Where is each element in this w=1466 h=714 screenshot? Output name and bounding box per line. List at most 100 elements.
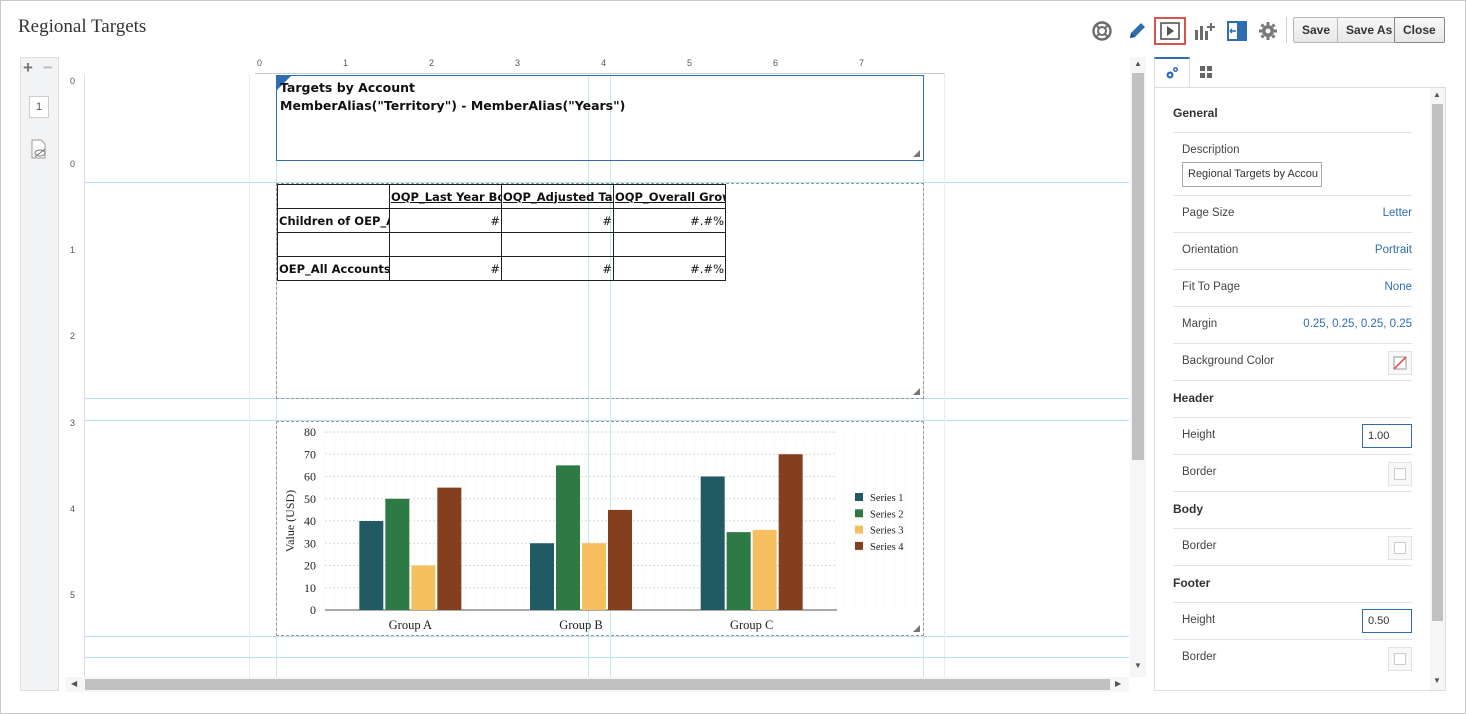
scrollbar-thumb[interactable] — [85, 679, 1110, 690]
toolbar-divider — [1286, 17, 1287, 43]
scroll-up-icon[interactable]: ▲ — [1134, 59, 1142, 68]
close-button[interactable]: Close — [1394, 17, 1445, 43]
bar[interactable] — [359, 521, 384, 610]
hide-page-icon[interactable] — [29, 138, 49, 160]
property-label: Page Size — [1182, 207, 1235, 219]
bar-chart: 0 10 20 30 40 50 60 70 80 Value (USD) Group A Group… — [283, 425, 916, 632]
page-thumbnail[interactable]: 1 — [29, 96, 49, 118]
property-row-footer-height: Height 0.50 — [1173, 602, 1412, 639]
fit-width-icon[interactable] — [1224, 18, 1250, 44]
preview-icon[interactable] — [1154, 17, 1186, 45]
x-tick-label: Group C — [730, 618, 773, 632]
properties-tab[interactable] — [1154, 57, 1190, 87]
canvas-vertical-scrollbar[interactable]: ▲ ▼ — [1130, 57, 1146, 677]
bar[interactable] — [726, 532, 751, 610]
layout-tab[interactable] — [1188, 57, 1224, 87]
save-as-button[interactable]: Save As — [1337, 17, 1402, 43]
bar[interactable] — [556, 465, 580, 610]
grid-row-label[interactable] — [277, 232, 390, 257]
x-tick-label: Group B — [559, 618, 602, 632]
property-label: Height — [1182, 429, 1216, 441]
insert-chart-icon[interactable] — [1192, 18, 1218, 44]
page-title: Regional Targets — [18, 16, 147, 37]
report-header-object[interactable]: Targets by Account MemberAlias("Territor… — [276, 75, 924, 161]
settings-icon[interactable] — [1255, 18, 1281, 44]
report-chart-object[interactable]: 0 10 20 30 40 50 60 70 80 Value (USD) Group A Group… — [276, 421, 924, 636]
scroll-down-icon[interactable]: ▼ — [1134, 661, 1142, 670]
grid-cell[interactable]: #.#% — [613, 208, 726, 233]
grid-row-label[interactable]: OEP_All Accounts — [277, 256, 390, 281]
page-size-value[interactable]: Letter — [1383, 207, 1412, 219]
ruler-mark: 7 — [859, 58, 865, 68]
y-tick-label: 10 — [304, 581, 316, 595]
y-tick-label: 40 — [304, 514, 316, 528]
property-label: Orientation — [1182, 244, 1239, 256]
legend-swatch — [855, 541, 863, 550]
y-axis-label: Value (USD) — [283, 490, 297, 552]
help-icon[interactable] — [1089, 18, 1115, 44]
grid-cell[interactable]: # — [389, 208, 502, 233]
report-grid-object[interactable]: OQP_Last Year Boo OQP_Adjusted Targ OQP_… — [276, 183, 924, 399]
grid-header-cell[interactable] — [277, 184, 390, 209]
grid-header-cell[interactable]: OQP_Adjusted Targ — [501, 184, 614, 209]
bar[interactable] — [752, 529, 777, 610]
resize-handle-icon[interactable] — [913, 388, 920, 395]
scrollbar-thumb[interactable] — [1432, 104, 1443, 621]
bar[interactable] — [411, 565, 436, 611]
section-divider — [1173, 565, 1412, 566]
fit-to-page-value[interactable]: None — [1385, 281, 1413, 293]
scroll-right-icon[interactable]: ▶ — [1115, 679, 1121, 688]
bar[interactable] — [700, 476, 725, 611]
grid-cell[interactable] — [389, 232, 502, 257]
add-page-icon[interactable]: + — [23, 58, 33, 78]
grid-cell[interactable]: # — [389, 256, 502, 281]
margin-value[interactable]: 0.25, 0.25, 0.25, 0.25 — [1303, 318, 1412, 330]
report-canvas[interactable]: 0 1 2 3 4 5 6 7 0 0 1 2 3 4 5 Targets by… — [65, 57, 1129, 677]
description-field[interactable]: Regional Targets by Accou — [1182, 162, 1322, 187]
grid-cell[interactable] — [501, 232, 614, 257]
bar[interactable] — [608, 509, 632, 610]
orientation-value[interactable]: Portrait — [1375, 244, 1412, 256]
section-general: General — [1173, 106, 1218, 120]
bar[interactable] — [778, 454, 803, 610]
bar[interactable] — [582, 543, 606, 610]
footer-border-swatch[interactable] — [1388, 647, 1412, 671]
section-divider — [1173, 380, 1412, 381]
ruler-mark: 2 — [70, 331, 76, 341]
grid-cell[interactable]: #.#% — [613, 256, 726, 281]
body-border-swatch[interactable] — [1388, 536, 1412, 560]
panel-scrollbar[interactable]: ▲ ▼ — [1430, 88, 1445, 690]
save-button[interactable]: Save — [1293, 17, 1340, 43]
resize-handle-icon[interactable] — [913, 150, 920, 157]
ruler-mark: 5 — [70, 590, 76, 600]
vertical-ruler: 0 0 1 2 3 4 5 — [65, 75, 85, 677]
legend-label: Series 4 — [870, 542, 904, 553]
scroll-up-icon[interactable]: ▲ — [1433, 90, 1441, 99]
grid-cell[interactable]: # — [501, 208, 614, 233]
edit-icon[interactable] — [1124, 18, 1150, 44]
background-color-swatch[interactable] — [1388, 351, 1412, 375]
grid-header-cell[interactable]: OQP_Overall Growt — [613, 184, 726, 209]
scroll-left-icon[interactable]: ◀ — [71, 679, 77, 688]
footer-height-input[interactable]: 0.50 — [1362, 609, 1412, 633]
remove-page-icon[interactable]: − — [43, 58, 53, 78]
gears-icon — [1166, 67, 1178, 79]
scrollbar-thumb[interactable] — [1132, 73, 1144, 460]
bar[interactable] — [530, 543, 554, 610]
resize-handle-icon[interactable] — [913, 625, 920, 632]
header-height-input[interactable]: 1.00 — [1362, 424, 1412, 448]
header-border-swatch[interactable] — [1388, 462, 1412, 486]
grid-header-cell[interactable]: OQP_Last Year Boo — [389, 184, 502, 209]
bar[interactable] — [385, 498, 410, 610]
bar[interactable] — [437, 487, 462, 610]
grid-row-label[interactable]: Children of OEP_Al — [277, 208, 390, 233]
y-tick-label: 60 — [304, 470, 316, 484]
canvas-horizontal-scrollbar[interactable]: ◀ ▶ — [65, 677, 1129, 692]
grid-cell[interactable]: # — [501, 256, 614, 281]
scroll-down-icon[interactable]: ▼ — [1433, 676, 1441, 685]
grid-cell[interactable] — [613, 232, 726, 257]
x-tick-label: Group A — [389, 618, 432, 632]
legend-swatch — [855, 493, 863, 501]
ruler-mark: 3 — [515, 58, 521, 68]
horizontal-ruler: 0 1 2 3 4 5 6 7 — [255, 57, 945, 74]
